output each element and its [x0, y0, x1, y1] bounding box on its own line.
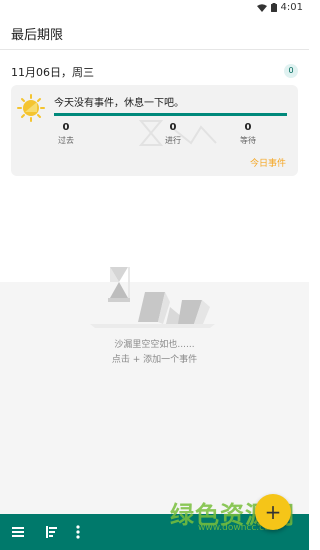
stat-past: 0 过去	[41, 122, 91, 146]
stat-waiting-value: 0	[244, 122, 252, 133]
today-summary-card[interactable]: 今天没有事件，休息一下吧。 0 过去 0 进行 0 等待 今日事件	[11, 85, 298, 176]
stat-waiting: 0 等待	[223, 122, 273, 146]
main-content: 11月06日，周三 0 今天没有事件，休息一下吧。 0 过去 0 进行 0 等待…	[0, 50, 309, 514]
stat-waiting-label: 等待	[240, 136, 256, 145]
add-event-button[interactable]: +	[255, 494, 291, 530]
add-icon: +	[264, 500, 282, 524]
battery-icon	[270, 3, 277, 12]
stat-ongoing-value: 0	[169, 122, 177, 133]
status-bar: 4:01	[0, 0, 309, 16]
more-options-icon[interactable]	[70, 524, 86, 540]
hourglass-illustration	[90, 267, 215, 328]
wifi-icon	[256, 3, 267, 12]
status-time: 4:01	[280, 2, 303, 13]
app-bar: 最后期限	[0, 16, 309, 50]
stat-ongoing: 0 进行	[148, 122, 198, 146]
stat-past-value: 0	[62, 122, 70, 133]
event-count-badge[interactable]: 0	[284, 64, 298, 78]
page-title: 最后期限	[11, 28, 64, 43]
date-header: 11月06日，周三	[11, 66, 94, 79]
progress-divider	[54, 113, 287, 116]
menu-icon[interactable]	[10, 524, 26, 540]
sun-icon	[17, 94, 45, 122]
stat-ongoing-label: 进行	[165, 136, 181, 145]
card-message: 今天没有事件，休息一下吧。	[54, 98, 184, 109]
today-events-link[interactable]: 今日事件	[250, 156, 286, 169]
empty-state-title: 沙漏里空空如也......	[114, 340, 195, 350]
sort-icon[interactable]	[43, 524, 59, 540]
stat-past-label: 过去	[58, 136, 74, 145]
empty-state-hint: 点击 + 添加一个事件	[111, 355, 198, 365]
